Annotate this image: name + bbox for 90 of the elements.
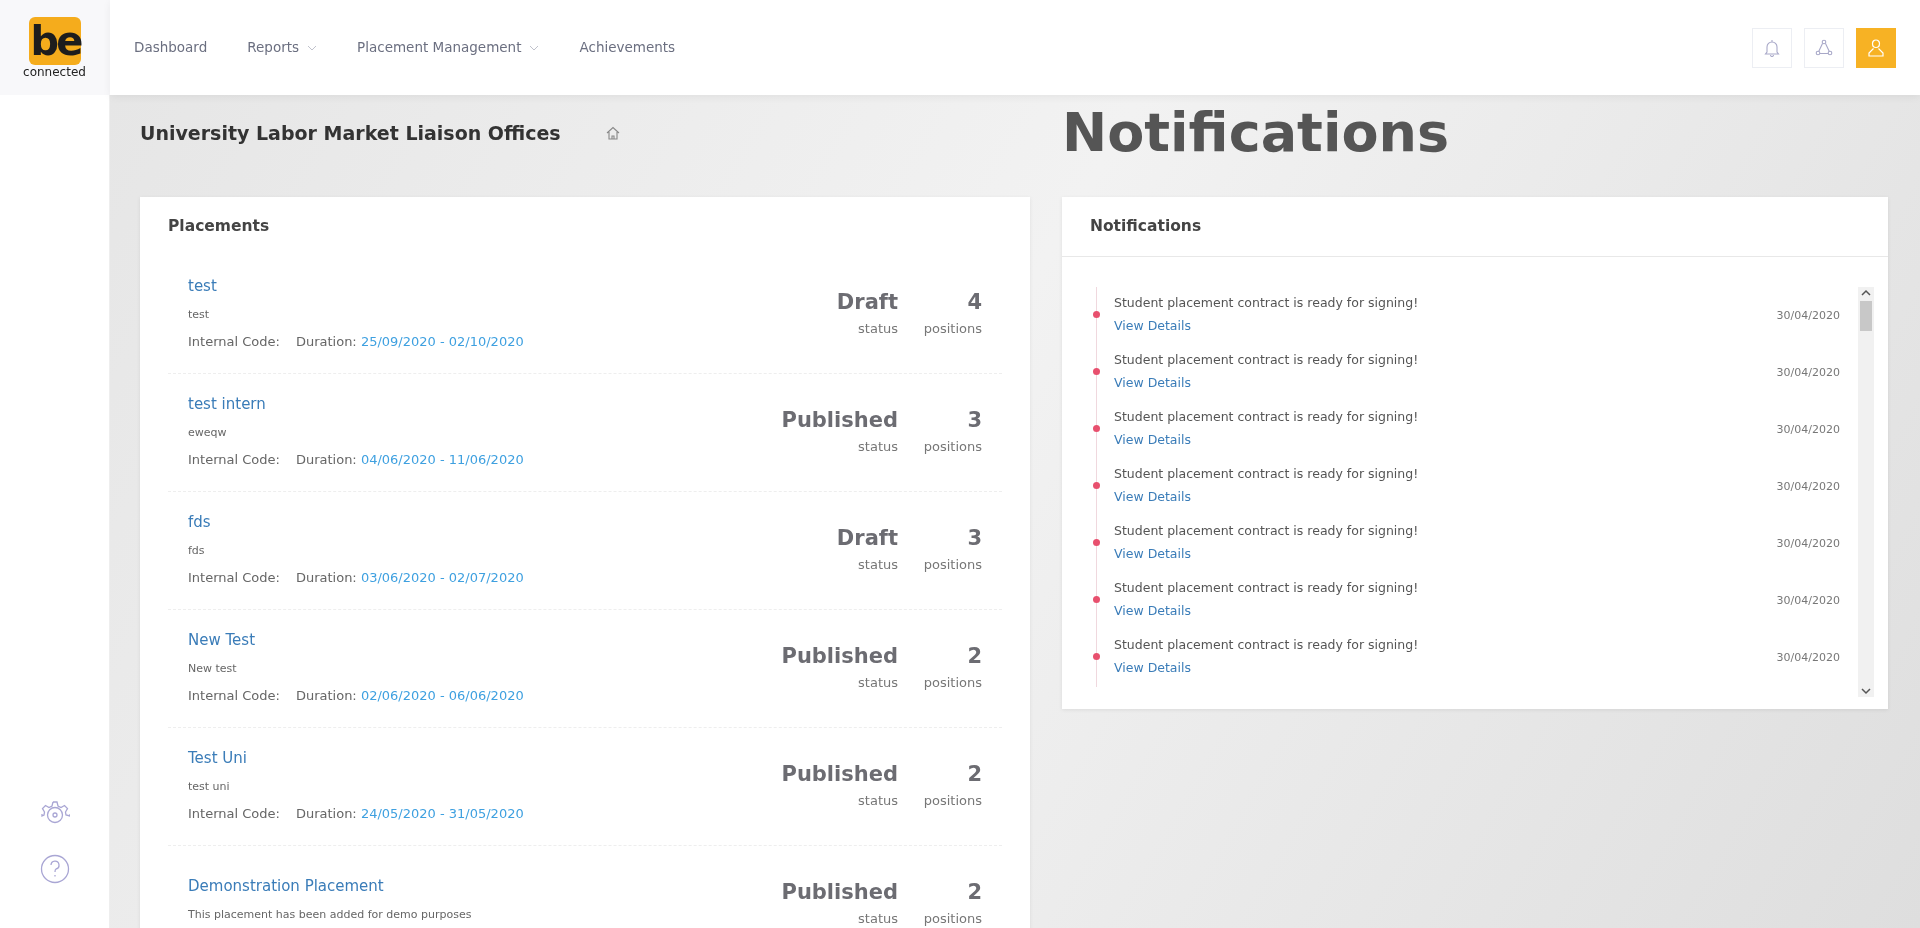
positions-count: 2 bbox=[966, 761, 982, 789]
positions-label: positions bbox=[922, 673, 982, 692]
duration-text: Duration: 04/06/2020 - 11/06/2020 bbox=[295, 451, 524, 470]
status-value: Published bbox=[781, 761, 898, 789]
internal-code-label: Internal Code: bbox=[188, 569, 280, 588]
internal-code-label: Internal Code: bbox=[188, 805, 280, 824]
positions-count: 4 bbox=[966, 289, 982, 317]
view-details-link[interactable]: View Details bbox=[1114, 603, 1191, 619]
view-details-link[interactable]: View Details bbox=[1114, 546, 1191, 562]
notification-message: Student placement contract is ready for signing! bbox=[1114, 294, 1419, 313]
notification-message: Student placement contract is ready for signing! bbox=[1114, 522, 1419, 541]
status-label: status bbox=[857, 673, 898, 692]
placement-description: New test bbox=[188, 660, 238, 677]
view-details-link[interactable]: View Details bbox=[1114, 375, 1191, 391]
home-icon[interactable] bbox=[604, 125, 621, 141]
user-icon bbox=[1868, 38, 1884, 57]
placement-title-link[interactable]: Demonstration Placement bbox=[188, 876, 384, 895]
notification-date: 30/04/2020 bbox=[1776, 307, 1840, 324]
scrollbar[interactable] bbox=[1858, 287, 1874, 698]
notifications-heading: Notifications bbox=[1062, 101, 1451, 165]
status-value: Published bbox=[781, 879, 898, 907]
view-details-link[interactable]: View Details bbox=[1114, 660, 1191, 676]
notifications-button[interactable] bbox=[1752, 27, 1792, 68]
positions-count: 3 bbox=[966, 525, 982, 553]
page-title: University Labor Market Liaison Offices bbox=[140, 121, 561, 145]
notification-date: 30/04/2020 bbox=[1776, 478, 1840, 495]
positions-count: 2 bbox=[966, 879, 982, 907]
card-title: Placements bbox=[167, 216, 271, 237]
placement-description: fds bbox=[188, 542, 206, 559]
logo-mark: be bbox=[28, 16, 81, 65]
bell-icon bbox=[1764, 38, 1780, 57]
notification-message: Student placement contract is ready for signing! bbox=[1114, 465, 1419, 484]
positions-count: 2 bbox=[966, 643, 982, 671]
internal-code-label: Internal Code: bbox=[188, 687, 280, 706]
placement-description: test bbox=[188, 306, 211, 323]
positions-label: positions bbox=[922, 319, 982, 338]
card-title: Notifications bbox=[1089, 216, 1203, 237]
internal-code-label: Internal Code: bbox=[188, 333, 280, 352]
placement-title-link[interactable]: Test Uni bbox=[188, 748, 247, 767]
nav-link[interactable]: Achievements bbox=[579, 37, 676, 58]
status-value: Published bbox=[781, 643, 898, 671]
notification-message: Student placement contract is ready for signing! bbox=[1114, 351, 1419, 370]
user-button[interactable] bbox=[1856, 27, 1896, 68]
logo-caption: connected bbox=[23, 64, 86, 79]
notification-message: Student placement contract is ready for signing! bbox=[1114, 408, 1419, 427]
positions-label: positions bbox=[922, 555, 982, 574]
status-label: status bbox=[857, 319, 898, 338]
scroll-up-icon[interactable] bbox=[1861, 289, 1871, 298]
placement-title-link[interactable]: fds bbox=[188, 512, 211, 531]
placement-title-link[interactable]: New Test bbox=[188, 630, 256, 649]
status-value: Draft bbox=[835, 289, 898, 317]
positions-label: positions bbox=[922, 909, 982, 928]
notification-message: Student placement contract is ready for signing! bbox=[1114, 636, 1419, 655]
placement-title-link[interactable]: test intern bbox=[188, 394, 266, 413]
view-details-link[interactable]: View Details bbox=[1114, 432, 1191, 448]
notification-date: 30/04/2020 bbox=[1776, 421, 1840, 438]
positions-label: positions bbox=[922, 791, 982, 810]
placement-description: This placement has been added for demo purposes bbox=[188, 906, 472, 923]
status-label: status bbox=[857, 555, 898, 574]
status-value: Published bbox=[781, 407, 898, 435]
nav-link[interactable]: Reports bbox=[247, 37, 318, 58]
duration-text: Duration: 25/09/2020 - 02/10/2020 bbox=[295, 333, 524, 352]
duration-text: Duration: 02/06/2020 - 06/06/2020 bbox=[295, 687, 524, 706]
logo[interactable]: be connected bbox=[0, 0, 110, 95]
status-value: Draft bbox=[835, 525, 898, 553]
share-icon bbox=[1815, 38, 1833, 57]
placement-description: eweqw bbox=[188, 424, 228, 441]
share-button[interactable] bbox=[1804, 27, 1844, 68]
status-label: status bbox=[857, 909, 898, 928]
nav-link[interactable]: Placement Management bbox=[357, 37, 540, 58]
scroll-down-icon[interactable] bbox=[1861, 687, 1871, 696]
notification-date: 30/04/2020 bbox=[1776, 364, 1840, 381]
duration-text: Duration: 24/05/2020 - 31/05/2020 bbox=[295, 805, 524, 824]
duration-text: Duration: 03/06/2020 - 02/07/2020 bbox=[295, 569, 524, 588]
scrollbar-thumb[interactable] bbox=[1860, 301, 1872, 332]
view-details-link[interactable]: View Details bbox=[1114, 318, 1191, 334]
positions-label: positions bbox=[922, 437, 982, 456]
view-details-link[interactable]: View Details bbox=[1114, 489, 1191, 505]
nav-link[interactable]: Dashboard bbox=[134, 37, 208, 58]
internal-code-label: Internal Code: bbox=[188, 451, 280, 470]
status-label: status bbox=[857, 791, 898, 810]
notification-date: 30/04/2020 bbox=[1776, 592, 1840, 609]
placement-description: test uni bbox=[188, 778, 231, 795]
notification-date: 30/04/2020 bbox=[1776, 535, 1840, 552]
positions-count: 3 bbox=[966, 407, 982, 435]
placement-title-link[interactable]: test bbox=[188, 276, 217, 295]
notification-message: Student placement contract is ready for signing! bbox=[1114, 579, 1419, 598]
help-icon[interactable] bbox=[39, 854, 70, 884]
status-label: status bbox=[857, 437, 898, 456]
notification-date: 30/04/2020 bbox=[1776, 649, 1840, 666]
